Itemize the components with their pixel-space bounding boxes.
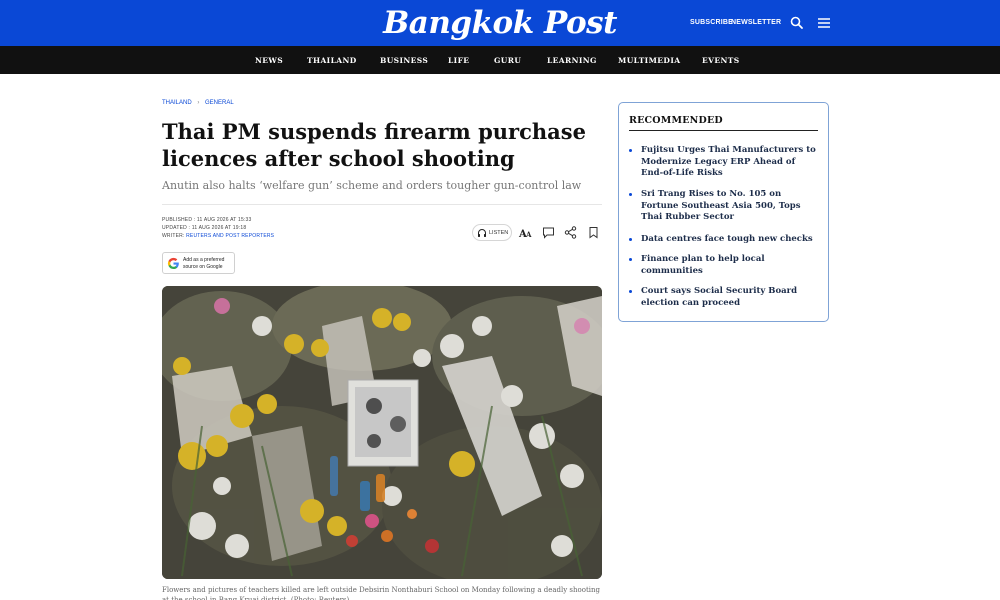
updated-label: UPDATED : [162, 225, 192, 231]
google-badge-text: Add as a preferred source on Google [183, 257, 225, 270]
updated-date: 11 AUG 2026 AT 19:18 [191, 225, 247, 231]
breadcrumb-general[interactable]: GENERAL [205, 100, 234, 106]
recommended-item[interactable]: Fujitsu Urges Thai Manufacturers to Mode… [629, 145, 819, 180]
listen-label: LISTEN [489, 230, 509, 236]
article-photo-memorial-flowers [162, 286, 602, 579]
listen-button[interactable]: LISTEN [472, 224, 512, 241]
newsletter-link[interactable]: NEWSLETTER [731, 19, 781, 26]
nav-thailand[interactable]: THAILAND [307, 56, 357, 65]
article-subtitle: Anutin also halts ‘welfare gun’ scheme a… [162, 179, 582, 192]
bullet-icon [629, 149, 632, 152]
subscribe-link[interactable]: SUBSCRIBE [690, 19, 733, 26]
writer-label: WRITER: [162, 233, 187, 239]
nav-guru[interactable]: GURU [494, 56, 521, 65]
writer-name[interactable]: REUTERS AND POST REPORTERS [186, 233, 274, 239]
breadcrumb-thailand[interactable]: THAILAND [162, 100, 192, 106]
photo-caption: Flowers and pictures of teachers killed … [162, 586, 600, 600]
writer-meta: WRITER: REUTERS AND POST REPORTERS [162, 233, 274, 239]
article-title: Thai PM suspends firearm purchase licenc… [162, 119, 586, 171]
nav-events[interactable]: EVENTS [702, 56, 740, 65]
bullet-icon [629, 290, 632, 293]
recommended-item[interactable]: Sri Trang Rises to No. 105 on Fortune So… [629, 189, 819, 224]
bullet-icon [629, 258, 632, 261]
recommended-title: RECOMMENDED [629, 115, 723, 126]
bullet-icon [629, 238, 632, 241]
recommended-item-title[interactable]: Fujitsu Urges Thai Manufacturers to Mode… [641, 145, 819, 180]
comment-icon[interactable] [541, 225, 556, 240]
nav-learning[interactable]: LEARNING [547, 56, 597, 65]
recommended-item-title[interactable]: Court says Social Security Board electio… [641, 286, 819, 309]
nav-news[interactable]: NEWS [255, 56, 283, 65]
bookmark-icon[interactable] [586, 225, 601, 240]
bangkok-post-logo[interactable]: Bangkok Post [0, 4, 1000, 42]
recommended-item-title[interactable]: Data centres face tough new checks [641, 234, 819, 246]
headphones-icon [478, 229, 486, 237]
chevron-right-icon: › [197, 100, 200, 106]
nav-business[interactable]: BUSINESS [380, 56, 428, 65]
breadcrumb: THAILAND › GENERAL [162, 100, 234, 106]
recommended-divider [629, 130, 818, 131]
recommended-box: RECOMMENDED Fujitsu Urges Thai Manufactu… [618, 102, 829, 322]
search-icon[interactable] [788, 14, 806, 32]
svg-text:A: A [525, 230, 532, 239]
top-header-bar: Bangkok Post SUBSCRIBE NEWSLETTER [0, 0, 1000, 46]
share-icon[interactable] [563, 225, 578, 240]
hamburger-menu-icon[interactable] [815, 14, 833, 32]
recommended-item[interactable]: Data centres face tough new checks [629, 234, 819, 246]
recommended-item[interactable]: Finance plan to help local communities [629, 254, 819, 277]
nav-multimedia[interactable]: MULTIMEDIA [618, 56, 680, 65]
updated-meta: UPDATED : 11 AUG 2026 AT 19:18 [162, 225, 246, 231]
font-size-icon[interactable]: AA [518, 225, 533, 240]
recommended-item[interactable]: Court says Social Security Board electio… [629, 286, 819, 309]
published-label: PUBLISHED : [162, 217, 197, 223]
nav-life[interactable]: LIFE [448, 56, 469, 65]
google-g-icon [167, 257, 179, 270]
recommended-item-title[interactable]: Sri Trang Rises to No. 105 on Fortune So… [641, 189, 819, 224]
published-meta: PUBLISHED : 11 AUG 2026 AT 15:33 [162, 217, 252, 223]
bullet-icon [629, 193, 632, 196]
google-preferred-source-button[interactable]: Add as a preferred source on Google [162, 252, 235, 274]
main-nav: NEWS THAILAND BUSINESS LIFE GURU LEARNIN… [0, 46, 1000, 74]
published-date: 11 AUG 2026 AT 15:33 [196, 217, 252, 223]
divider [162, 204, 602, 205]
recommended-item-title[interactable]: Finance plan to help local communities [641, 254, 819, 277]
